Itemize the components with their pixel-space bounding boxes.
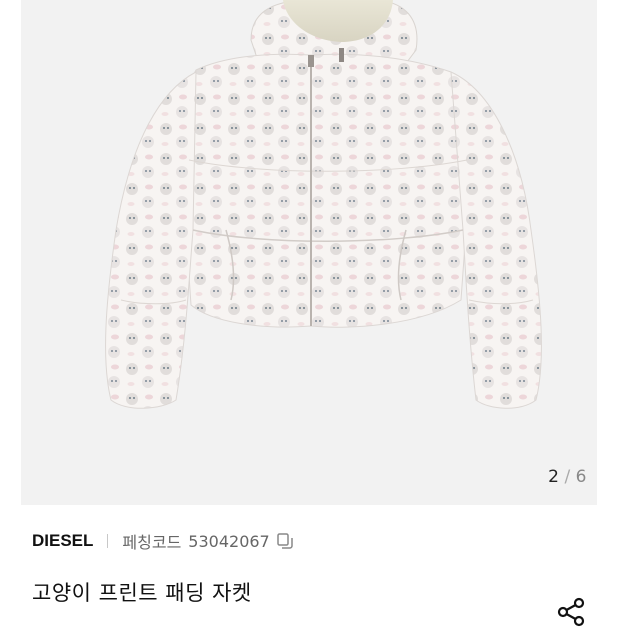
product-meta: DIESEL 페칭코드 53042067 [32, 528, 294, 554]
image-counter-current: 2 [548, 467, 560, 487]
brand-link[interactable]: DIESEL [32, 531, 93, 551]
product-image-gallery[interactable]: 2/6 [21, 0, 597, 505]
fetching-code-value: 53042067 [188, 531, 270, 551]
share-icon[interactable] [555, 596, 587, 628]
image-counter-separator: / [564, 467, 571, 487]
copy-icon[interactable] [276, 532, 294, 550]
fetching-code-label: 페칭코드 [122, 533, 182, 552]
meta-divider [107, 534, 109, 548]
image-counter: 2/6 [548, 467, 587, 487]
product-title: 고양이 프린트 패딩 자켓 [32, 581, 252, 605]
product-image [105, 0, 542, 409]
image-counter-total: 6 [575, 467, 587, 487]
